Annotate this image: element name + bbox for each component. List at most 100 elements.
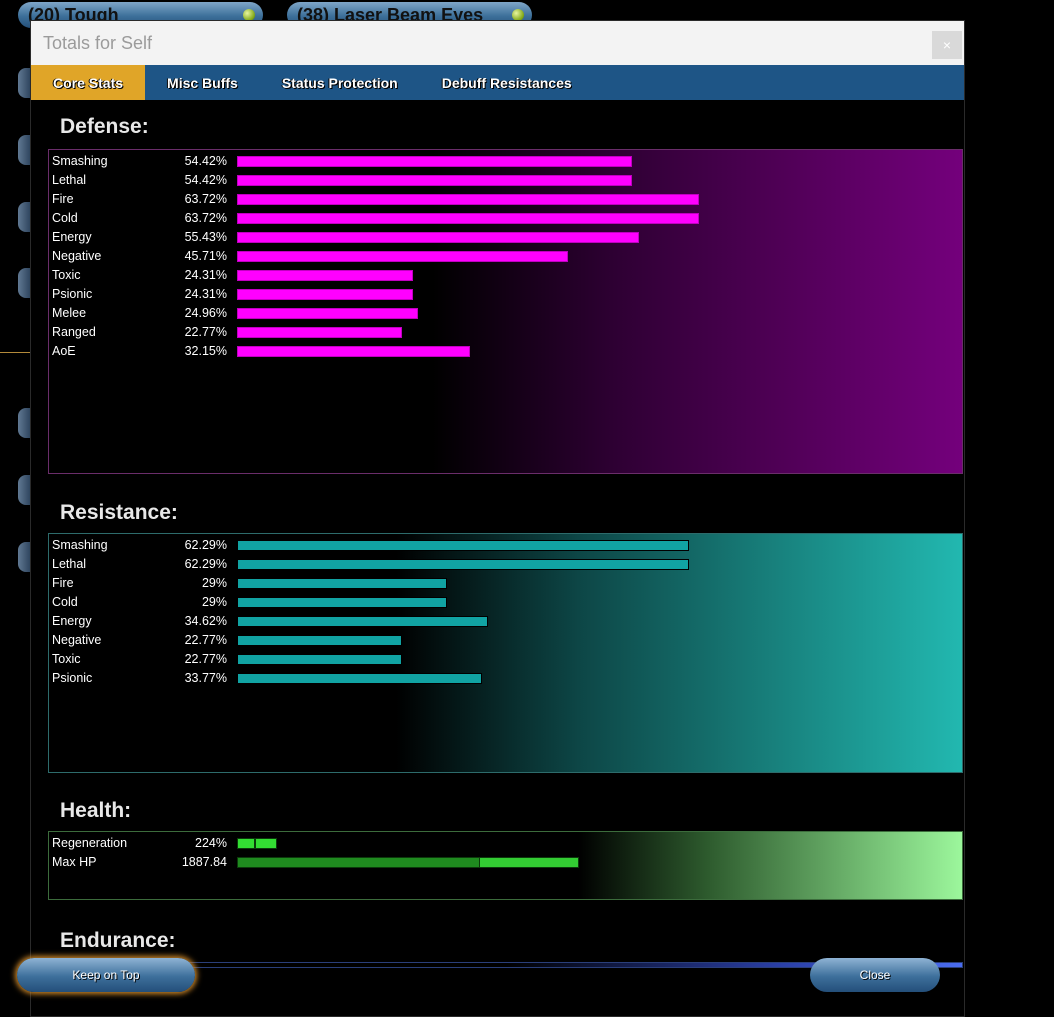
stat-bar	[237, 578, 447, 589]
stat-label: Melee	[52, 306, 87, 320]
stat-bar	[237, 597, 447, 608]
tab-debuff-resistances[interactable]: Debuff Resistances	[420, 65, 594, 100]
stat-value: 24.31%	[184, 287, 227, 301]
regen-bar-bonus	[255, 838, 277, 849]
stat-bar	[237, 289, 413, 300]
stat-bar	[237, 673, 482, 684]
stat-row-negative: Negative 22.77%	[49, 631, 962, 650]
stat-row-smashing: Smashing 62.29%	[49, 536, 962, 555]
stat-bar	[237, 308, 418, 319]
stat-value: 22.77%	[184, 652, 227, 666]
stat-row: Max HP 1887.84	[49, 853, 962, 872]
stat-row-psionic: Psionic 33.77%	[49, 669, 962, 688]
stat-row-energy: Energy 34.62%	[49, 612, 962, 631]
resistance-panel: Smashing 62.29% Lethal 62.29% Fire 29% Cold 29%…	[48, 533, 963, 773]
close-button[interactable]: Close	[810, 958, 940, 992]
stat-value: 54.42%	[184, 154, 227, 168]
stat-value: 33.77%	[184, 671, 227, 685]
stat-bar	[237, 540, 689, 551]
defense-panel: Smashing 54.42% Lethal 54.42% Fire 63.72% Cold…	[48, 149, 963, 474]
stat-bar	[237, 194, 699, 205]
max-hp-bar-base	[237, 857, 480, 868]
stat-label: Toxic	[52, 268, 81, 282]
stat-bar	[237, 175, 632, 186]
stat-label: Negative	[52, 249, 102, 263]
stat-label: AoE	[52, 344, 76, 358]
stat-label: Ranged	[52, 325, 96, 339]
health-title: Health:	[60, 799, 132, 822]
stat-row: Regeneration 224%	[49, 834, 962, 853]
stat-label: Energy	[52, 230, 92, 244]
stat-bar	[237, 559, 689, 570]
stat-label: Cold	[52, 595, 78, 609]
stat-label: Energy	[52, 614, 92, 628]
stat-value: 1887.84	[181, 855, 227, 869]
stat-label: Cold	[52, 211, 78, 225]
stat-label: Smashing	[52, 154, 108, 168]
max-hp-bar-bonus	[479, 857, 579, 868]
stat-label: Psionic	[52, 671, 93, 685]
dialog-titlebar[interactable]: Totals for Self ×	[31, 21, 964, 65]
tab-status-protection[interactable]: Status Protection	[260, 65, 420, 100]
stat-bar	[237, 654, 402, 665]
tab-bar: Core Stats Misc Buffs Status Protection …	[31, 65, 964, 100]
stat-bar	[237, 346, 470, 357]
stat-row-negative: Negative 45.71%	[49, 247, 962, 266]
stat-row-toxic: Toxic 24.31%	[49, 266, 962, 285]
stat-row-energy: Energy 55.43%	[49, 228, 962, 247]
stat-bar	[237, 213, 699, 224]
stat-label: Max HP	[52, 855, 97, 869]
stat-value: 22.77%	[184, 325, 227, 339]
stat-label: Fire	[52, 192, 74, 206]
background-divider	[0, 352, 30, 353]
keep-on-top-button[interactable]: Keep on Top	[17, 958, 195, 992]
stat-row-cold: Cold 29%	[49, 593, 962, 612]
stat-value: 24.31%	[184, 268, 227, 282]
stat-value: 63.72%	[184, 211, 227, 225]
stat-bar	[237, 327, 402, 338]
tab-core-stats[interactable]: Core Stats	[31, 65, 146, 100]
stat-row-fire: Fire 63.72%	[49, 190, 962, 209]
stat-value: 62.29%	[184, 557, 227, 571]
stat-label: Lethal	[52, 557, 87, 571]
endurance-title: Endurance:	[60, 929, 176, 952]
totals-dialog: Totals for Self × Core Stats Misc Buffs …	[30, 20, 965, 1017]
stat-row-toxic: Toxic 22.77%	[49, 650, 962, 669]
stat-row-lethal: Lethal 54.42%	[49, 171, 962, 190]
stat-row-smashing: Smashing 54.42%	[49, 152, 962, 171]
dialog-title: Totals for Self	[43, 32, 153, 53]
tab-misc-buffs[interactable]: Misc Buffs	[145, 65, 260, 100]
stat-label: Negative	[52, 633, 102, 647]
stat-bar	[237, 635, 402, 646]
stat-row-cold: Cold 63.72%	[49, 209, 962, 228]
stat-label: Fire	[52, 576, 74, 590]
stat-row-fire: Fire 29%	[49, 574, 962, 593]
stat-bar	[237, 251, 568, 262]
resistance-title: Resistance:	[60, 501, 178, 524]
stat-bar	[237, 616, 488, 627]
stat-bar	[237, 232, 639, 243]
stat-row-lethal: Lethal 62.29%	[49, 555, 962, 574]
health-panel: Regeneration 224% Max HP 1887.84	[48, 831, 963, 900]
stat-value: 45.71%	[184, 249, 227, 263]
stat-label: Lethal	[52, 173, 87, 187]
stat-value: 29%	[201, 576, 227, 590]
stat-label: Toxic	[52, 652, 81, 666]
stat-value: 62.29%	[184, 538, 227, 552]
stat-value: 32.15%	[184, 344, 227, 358]
close-icon[interactable]: ×	[932, 31, 962, 59]
stat-row-psionic: Psionic 24.31%	[49, 285, 962, 304]
stat-bar	[237, 156, 632, 167]
stat-value: 34.62%	[184, 614, 227, 628]
stat-label: Smashing	[52, 538, 108, 552]
stat-value: 54.42%	[184, 173, 227, 187]
stat-value: 22.77%	[184, 633, 227, 647]
stat-value: 29%	[201, 595, 227, 609]
stat-value: 224%	[195, 836, 227, 850]
defense-title: Defense:	[60, 115, 149, 138]
stat-label: Regeneration	[52, 836, 128, 850]
stat-value: 24.96%	[184, 306, 227, 320]
stat-label: Psionic	[52, 287, 93, 301]
stat-row-melee: Melee 24.96%	[49, 304, 962, 323]
stat-value: 63.72%	[184, 192, 227, 206]
